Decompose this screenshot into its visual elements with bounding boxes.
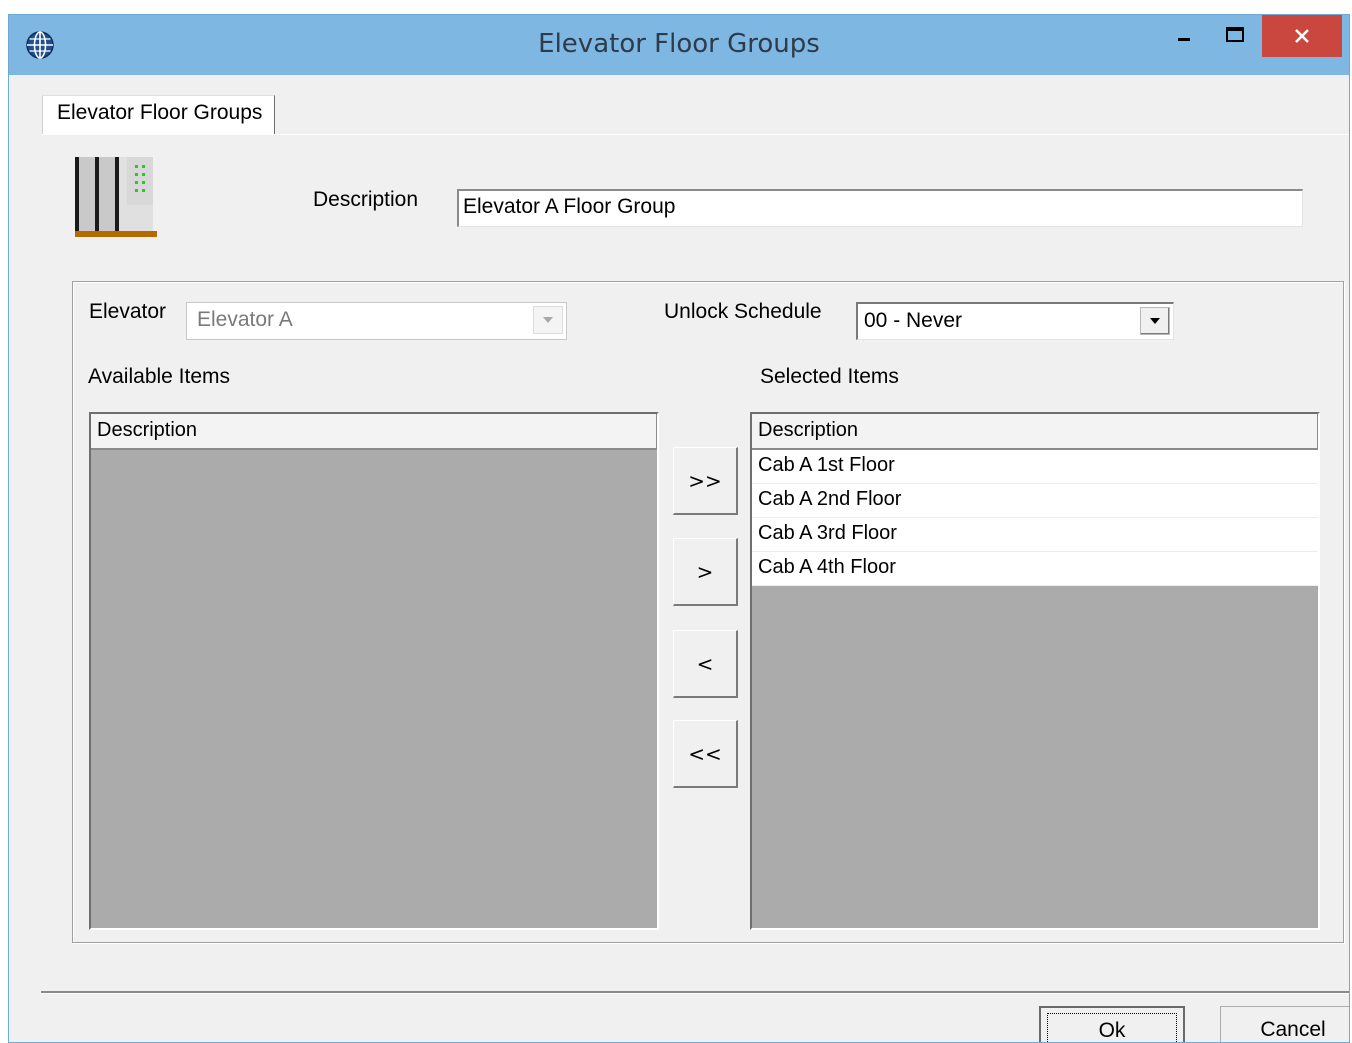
ok-button[interactable]: Ok [1039,1006,1185,1042]
close-button[interactable] [1262,15,1342,57]
unlock-schedule-select[interactable]: 00 - Never [856,302,1174,340]
available-items-label: Available Items [88,365,231,388]
elevator-select-value: Elevator A [197,308,293,331]
selected-list-header-description[interactable]: Description [752,414,1318,450]
minimize-icon [1178,38,1190,41]
list-item[interactable]: Cab A 4th Floor [752,552,1318,586]
unlock-schedule-value: 00 - Never [864,309,963,332]
dialog-window: Elevator Floor Groups Elevator Floor Gro… [8,14,1350,1043]
list-item[interactable]: Cab A 2nd Floor [752,484,1318,518]
description-field[interactable]: Elevator A Floor Group [457,189,1303,227]
list-item[interactable]: Cab A 3rd Floor [752,518,1318,552]
maximize-icon [1226,27,1244,42]
cancel-button[interactable]: Cancel [1220,1006,1349,1042]
selected-items-list[interactable]: Description Cab A 1st Floor Cab A 2nd Fl… [750,412,1320,930]
chevron-down-icon [1150,318,1160,324]
elevator-select[interactable]: Elevator A [186,302,567,340]
maximize-button[interactable] [1209,15,1261,57]
list-item[interactable]: Cab A 1st Floor [752,450,1318,484]
remove-button[interactable]: < [673,630,738,698]
title-bar[interactable]: Elevator Floor Groups [9,15,1349,75]
available-items-list[interactable]: Description [89,412,659,930]
chevron-down-icon [543,317,553,323]
elevator-icon [75,157,157,237]
selected-items-label: Selected Items [760,365,899,388]
elevator-label: Elevator [89,300,167,323]
unlock-schedule-select-arrow[interactable] [1140,307,1170,335]
close-icon [1295,29,1309,43]
available-list-header-description[interactable]: Description [91,414,657,450]
description-label: Description [313,188,419,211]
elevator-select-arrow[interactable] [533,306,563,334]
add-button[interactable]: > [673,538,738,606]
footer-divider [41,991,1349,994]
cancel-button-label: Cancel [1260,1018,1326,1041]
remove-all-button[interactable]: << [673,720,738,788]
window-title: Elevator Floor Groups [538,29,820,59]
focus-rectangle [1047,1013,1177,1042]
minimize-button[interactable] [1159,15,1209,57]
tab-elevator-floor-groups[interactable]: Elevator Floor Groups [42,95,275,135]
unlock-schedule-label: Unlock Schedule [664,300,822,323]
add-all-button[interactable]: >> [673,447,738,515]
